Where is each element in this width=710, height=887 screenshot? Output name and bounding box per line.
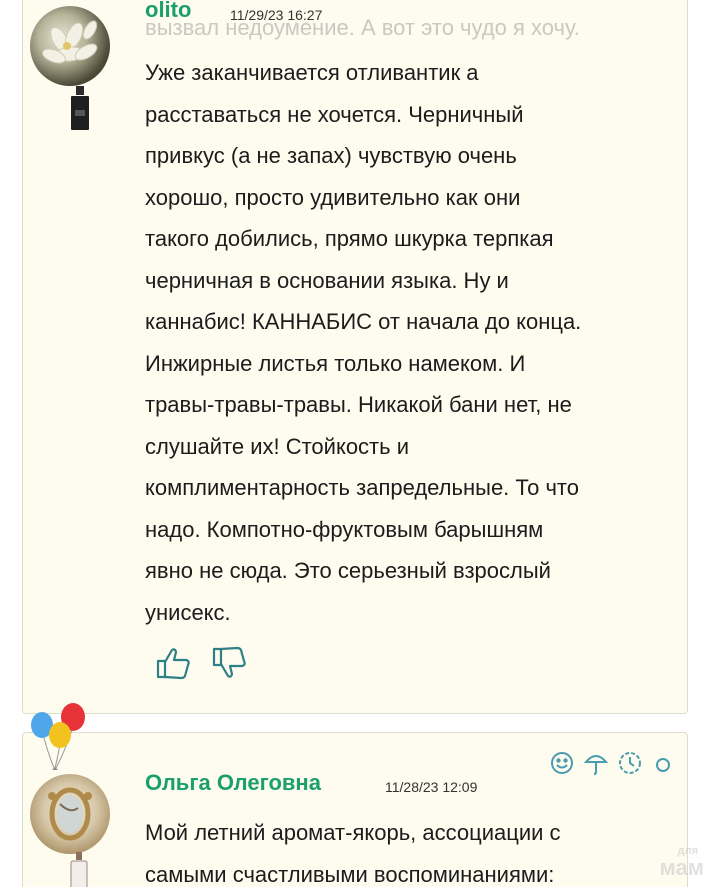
comment-line: привкус (а не запах) чувствую очень	[145, 143, 517, 168]
perfume-bottle-icon	[68, 852, 90, 887]
comment-author[interactable]: Ольга Олеговна	[145, 770, 321, 796]
comment-line: самыми счастливыми воспоминаниями:	[145, 861, 555, 887]
comment-date: 11/28/23 12:09	[385, 779, 478, 795]
comment-line: явно не сюда. Это серьезный взрослый	[145, 558, 551, 583]
perfume-bottle-icon	[69, 86, 91, 132]
balloons-icon	[28, 698, 90, 780]
watermark-big: мам	[659, 855, 705, 880]
site-watermark: для мам	[640, 846, 705, 880]
comment-line: слушайте их! Стойкость и	[145, 433, 409, 459]
comment-line: унисекс.	[145, 599, 231, 625]
mirror-avatar-image	[48, 787, 92, 841]
comment-line: Инжирные листья только намеком. И	[145, 350, 526, 376]
comment-body: Уже заканчивается отливантик а расстават…	[145, 52, 680, 633]
comment-line: комплиментарность запредельные. То что	[145, 475, 579, 500]
comment-line: черничная в основании языка. Ну и	[145, 267, 509, 293]
comment-author[interactable]: olito	[145, 0, 191, 23]
smile-icon[interactable]	[549, 750, 575, 776]
user-avatar[interactable]	[30, 774, 110, 854]
thumbs-up-icon[interactable]	[156, 646, 192, 680]
comment-line: каннабис! КАННАБИС от начала до конца.	[145, 309, 582, 334]
ring-icon[interactable]	[650, 752, 676, 778]
comment-body: Мой летний аромат-якорь, ассоциации с са…	[145, 812, 685, 887]
comment-line: хорошо, просто удивительно как они	[145, 184, 521, 210]
comment-line: Уже заканчивается отливантик а	[145, 60, 479, 85]
comment-line: Мой летний аромат-якорь, ассоциации с	[145, 820, 561, 845]
flower-avatar-image	[42, 20, 98, 64]
user-avatar[interactable]	[30, 6, 110, 86]
comment-date: 11/29/23 16:27	[230, 7, 323, 23]
comment-line: расставаться не хочется. Черничный	[145, 101, 524, 127]
clock-icon[interactable]	[617, 750, 643, 776]
comment-line: надо. Компотно-фруктовым барышням	[145, 516, 544, 542]
thumbs-down-icon[interactable]	[212, 646, 248, 680]
previous-comment-text: вызвал недоумение. А вот это чудо я хочу…	[145, 15, 580, 40]
comment-line: такого добились, прямо шкурка терпкая	[145, 226, 554, 251]
comment-line: травы-травы-травы. Никакой бани нет, не	[145, 392, 572, 417]
umbrella-icon[interactable]	[583, 750, 609, 776]
